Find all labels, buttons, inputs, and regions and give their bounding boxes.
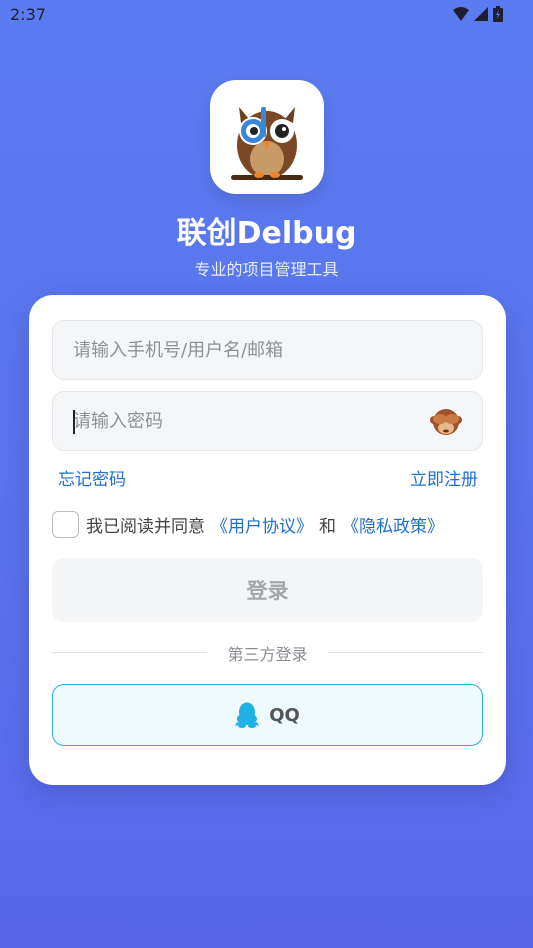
third-party-divider: 第三方登录 <box>52 641 483 664</box>
owl-logo-icon <box>231 107 303 180</box>
text-cursor <box>73 410 75 434</box>
divider-line-right <box>328 652 483 653</box>
forgot-password-link[interactable]: 忘记密码 <box>58 465 126 490</box>
username-input[interactable] <box>53 321 482 379</box>
status-bar: 2:37 <box>0 0 533 28</box>
agreement-row: 我已阅读并同意 《用户协议》 和 《隐私政策》 <box>52 510 492 538</box>
password-input[interactable] <box>53 392 482 450</box>
login-card: 忘记密码 立即注册 我已阅读并同意 《用户协议》 和 《隐私政策》 登录 第三方… <box>29 295 506 785</box>
agreement-checkbox[interactable] <box>52 510 79 538</box>
user-agreement-link[interactable]: 《用户协议》 <box>211 512 313 537</box>
wifi-icon <box>453 7 469 21</box>
register-link[interactable]: 立即注册 <box>410 465 478 490</box>
see-no-evil-monkey-icon <box>430 409 462 435</box>
qq-penguin-icon <box>235 702 260 728</box>
agreement-text: 我已阅读并同意 <box>86 516 205 537</box>
app-title: 联创Delbug <box>176 216 357 251</box>
battery-icon <box>493 6 503 22</box>
status-time: 2:37 <box>10 5 46 24</box>
qq-login-button[interactable]: QQ <box>52 684 483 746</box>
app-logo <box>210 80 324 194</box>
status-icons <box>453 6 503 22</box>
qq-label: QQ <box>269 704 300 726</box>
link-row: 忘记密码 立即注册 <box>58 465 478 490</box>
password-field[interactable] <box>52 391 483 451</box>
privacy-policy-link[interactable]: 《隐私政策》 <box>342 512 444 537</box>
username-field[interactable] <box>52 320 483 380</box>
login-button[interactable]: 登录 <box>52 558 483 622</box>
app-subtitle: 专业的项目管理工具 <box>194 260 339 279</box>
password-visibility-toggle[interactable] <box>428 405 464 439</box>
cell-signal-icon <box>474 7 488 21</box>
agreement-and-text: 和 <box>319 516 336 537</box>
third-party-label: 第三方登录 <box>227 645 308 664</box>
